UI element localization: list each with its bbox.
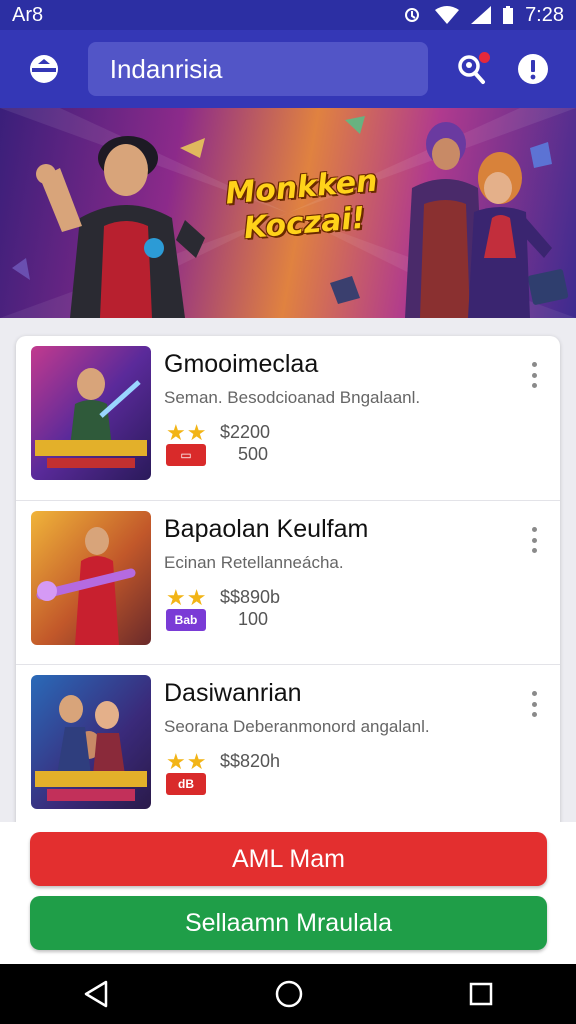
game-thumbnail[interactable] [31,675,151,809]
item-subtitle: Ecinan Retellanneácha. [164,553,344,572]
info-icon[interactable] [506,42,560,96]
more-vertical-icon[interactable] [524,689,544,719]
item-count: 100 [238,609,269,629]
game-thumbnail[interactable] [31,346,151,480]
secondary-action-button[interactable]: Sellaamn Mraulala [30,896,547,950]
search-text: Indanrisia [109,53,223,84]
logo-icon[interactable] [16,41,72,97]
item-tag: Bab [166,609,206,631]
bottom-actions: AML Mam Sellaamn Mraulala [0,822,576,964]
primary-action-button[interactable]: AML Mam [30,832,547,886]
item-subtitle: Seman. Besodcioanad Bngalaanl. [164,388,421,407]
rating-stars: ★★ [166,420,208,445]
list-item[interactable]: Gmooimeclaa Seman. Besodcioanad Bngalaan… [16,336,560,498]
item-price: $2200 [220,422,271,442]
home-circle-icon[interactable] [274,979,304,1009]
item-tag: dB [166,773,206,795]
vibrate-icon [401,5,423,25]
search-input[interactable]: Indanrisia [87,42,429,96]
item-count: 500 [238,444,269,464]
list-item[interactable]: Dasiwanrian Seorana Deberanmonord angala… [16,664,560,826]
item-title: Gmooimeclaa [164,350,319,378]
game-list: Gmooimeclaa Seman. Besodcioanad Bngalaan… [16,336,560,836]
item-subtitle: Seorana Deberanmonord angalanl. [164,717,430,736]
item-tag: ▭ [166,444,206,466]
status-bar: Ar8 7:28 [0,0,576,30]
recents-square-icon[interactable] [468,981,494,1007]
game-thumbnail[interactable] [31,511,151,645]
signal-icon [471,6,492,24]
item-price: $$890b [220,587,281,607]
more-vertical-icon[interactable] [524,360,544,390]
status-icons: 7:28 [401,4,564,27]
rating-stars: ★★ [166,585,208,610]
item-title: Bapaolan Keulfam [164,515,369,543]
search-person-icon[interactable] [444,42,498,96]
rating-stars: ★★ [166,749,208,774]
item-title: Dasiwanrian [164,679,302,707]
back-triangle-icon[interactable] [82,979,110,1009]
status-left-text: Ar8 [12,3,44,26]
item-price: $$820h [220,751,281,771]
system-nav-bar [0,964,576,1024]
battery-icon [503,6,514,24]
status-time: 7:28 [525,3,564,26]
app-bar: Indanrisia [0,30,576,108]
notification-badge [479,52,491,63]
promo-banner[interactable]: Monkken Koczai! [0,108,576,318]
list-item[interactable]: Bapaolan Keulfam Ecinan Retellanneácha. … [16,500,560,662]
more-vertical-icon[interactable] [524,525,544,555]
wifi-icon [435,6,460,24]
